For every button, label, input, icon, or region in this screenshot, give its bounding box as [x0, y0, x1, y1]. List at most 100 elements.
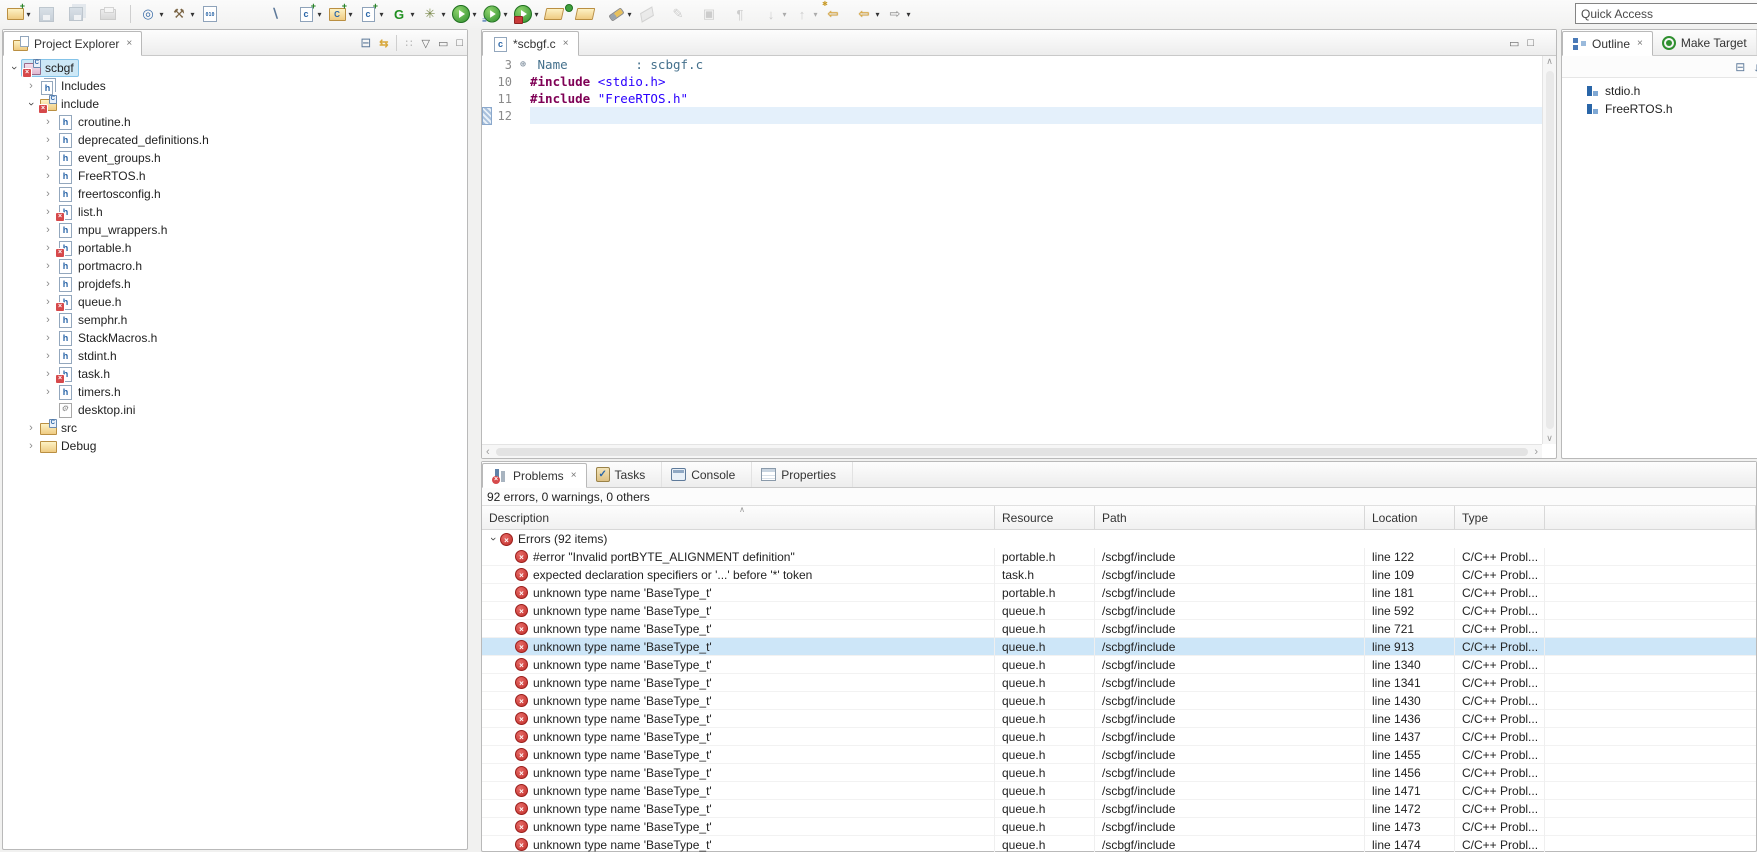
tab-outline[interactable]: Outline ×: [1562, 31, 1653, 56]
tree-expander-icon[interactable]: ›: [25, 97, 37, 111]
tree-item[interactable]: › croutine.h: [3, 113, 467, 131]
tree-item[interactable]: › StackMacros.h: [3, 329, 467, 347]
tree-item[interactable]: › queue.h: [3, 293, 467, 311]
tree-expander-icon[interactable]: ›: [41, 386, 55, 398]
back-icon[interactable]: ⇦ ▾: [853, 2, 884, 26]
sort-icon[interactable]: ↓a: [1753, 60, 1757, 74]
tree-item[interactable]: desktop.ini: [3, 401, 467, 419]
last-edit-location-icon[interactable]: ⇦: [822, 0, 853, 26]
run-configurations-icon[interactable]: ▾: [481, 2, 512, 26]
problem-row[interactable]: × unknown type name 'BaseType_t' queue.h …: [482, 835, 1756, 852]
close-icon[interactable]: ×: [126, 38, 132, 49]
tree-item[interactable]: › projdefs.h: [3, 275, 467, 293]
tree-item[interactable]: › event_groups.h: [3, 149, 467, 167]
column-header-resource[interactable]: Resource: [995, 506, 1095, 529]
tab-problems[interactable]: Problems ×: [482, 463, 587, 488]
tree-expander-icon[interactable]: ›: [41, 206, 55, 218]
run-icon[interactable]: ▾: [450, 2, 481, 26]
tree-expander-icon[interactable]: ›: [41, 368, 55, 380]
outline-item[interactable]: stdio.h: [1562, 82, 1757, 100]
mark-occurrences-icon[interactable]: ✎: [667, 2, 698, 26]
scrollbar-thumb[interactable]: [495, 447, 1529, 456]
problem-row[interactable]: × unknown type name 'BaseType_t' queue.h …: [482, 799, 1756, 818]
build-hammer-icon[interactable]: ⚒ ▾: [168, 2, 199, 26]
scrollbar-thumb[interactable]: [1545, 71, 1554, 429]
tab-console[interactable]: Console: [662, 462, 753, 487]
tree-item[interactable]: › Includes: [3, 77, 467, 95]
link-with-editor-icon[interactable]: ⇆: [379, 37, 388, 50]
forward-icon[interactable]: ⇨ ▾: [884, 2, 915, 26]
tree-expander-icon[interactable]: ›: [41, 134, 55, 146]
tab-tasks[interactable]: Tasks: [587, 462, 663, 487]
tree-expander-icon[interactable]: ›: [41, 296, 55, 308]
tree-expander-icon[interactable]: ›: [41, 116, 55, 128]
new-make-target-icon[interactable]: G ▾: [388, 2, 419, 26]
tree-expander-icon[interactable]: ›: [41, 188, 55, 200]
save-all-icon[interactable]: [66, 2, 97, 26]
errors-group-row[interactable]: › × Errors (92 items): [482, 530, 1756, 548]
open-element-icon[interactable]: ▾: [605, 2, 636, 26]
problem-row[interactable]: × #error "Invalid portBYTE_ALIGNMENT defi…: [482, 547, 1756, 566]
tree-item[interactable]: › mpu_wrappers.h: [3, 221, 467, 239]
problem-row[interactable]: × unknown type name 'BaseType_t' portable…: [482, 583, 1756, 602]
tree-expander-icon[interactable]: ›: [24, 422, 38, 434]
code-line[interactable]: 10 #include <stdio.h>: [482, 73, 1542, 90]
tree-item[interactable]: › stdint.h: [3, 347, 467, 365]
problem-row[interactable]: × unknown type name 'BaseType_t' queue.h …: [482, 817, 1756, 836]
tab-properties[interactable]: Properties: [752, 462, 853, 487]
new-c-source-icon[interactable]: ▾: [295, 2, 326, 26]
maximize-icon[interactable]: □: [1527, 37, 1534, 49]
tree-expander-icon[interactable]: ›: [24, 440, 38, 452]
tree-item[interactable]: › FreeRTOS.h: [3, 167, 467, 185]
open-folder-icon[interactable]: [574, 2, 605, 26]
tree-expander-icon[interactable]: ›: [41, 350, 55, 362]
problem-row[interactable]: × unknown type name 'BaseType_t' queue.h …: [482, 709, 1756, 728]
code-area[interactable]: 3 ⊕ Name : scbgf.c 10 #include <stdio.h>…: [482, 56, 1542, 444]
close-icon[interactable]: ×: [1637, 38, 1643, 49]
tree-expander-icon[interactable]: ›: [41, 152, 55, 164]
tree-expander-icon[interactable]: ›: [41, 260, 55, 272]
tab-project-explorer[interactable]: Project Explorer ×: [3, 31, 143, 56]
tree-item[interactable]: › portmacro.h: [3, 257, 467, 275]
scroll-up-icon[interactable]: ∧: [1546, 56, 1553, 67]
new-wizard-icon[interactable]: ▾: [4, 2, 35, 26]
show-whitespace-icon[interactable]: ¶: [729, 2, 760, 26]
format-block-icon[interactable]: ▣: [698, 2, 729, 26]
collapse-all-icon[interactable]: ⊟: [1735, 60, 1745, 74]
tree-item[interactable]: › Debug: [3, 437, 467, 455]
tree-item[interactable]: › deprecated_definitions.h: [3, 131, 467, 149]
tree-item[interactable]: › task.h: [3, 365, 467, 383]
problem-row[interactable]: × unknown type name 'BaseType_t' queue.h …: [482, 673, 1756, 692]
tree-expander-icon[interactable]: ›: [8, 61, 20, 75]
tree-expander-icon[interactable]: ›: [24, 80, 38, 92]
debug-target-icon[interactable]: ◎ ▾: [137, 2, 168, 26]
external-tools-icon[interactable]: ✳ ▾: [419, 2, 450, 26]
group-expander-icon[interactable]: ›: [487, 532, 499, 546]
problem-row[interactable]: × unknown type name 'BaseType_t' queue.h …: [482, 601, 1756, 620]
close-icon[interactable]: ×: [563, 38, 569, 49]
previous-annotation-icon[interactable]: ↑ ▾: [791, 2, 822, 26]
open-resource-icon[interactable]: [543, 2, 574, 26]
print-icon[interactable]: [97, 2, 128, 26]
new-c-folder-icon[interactable]: ▾: [326, 2, 357, 26]
tab-make-target[interactable]: Make Target: [1653, 30, 1757, 55]
tree-item[interactable]: › scbgf: [3, 59, 467, 77]
tree-item[interactable]: › src: [3, 419, 467, 437]
minimize-icon[interactable]: ▭: [438, 37, 448, 50]
editor-horizontal-scrollbar[interactable]: ‹ ›: [482, 444, 1542, 458]
maximize-icon[interactable]: □: [456, 37, 463, 49]
problem-row[interactable]: × unknown type name 'BaseType_t' queue.h …: [482, 619, 1756, 638]
next-annotation-icon[interactable]: ↓ ▾: [760, 2, 791, 26]
minimize-icon[interactable]: ▭: [1509, 37, 1519, 50]
tree-expander-icon[interactable]: ›: [41, 278, 55, 290]
tree-expander-icon[interactable]: ›: [41, 332, 55, 344]
tree-expander-icon[interactable]: ›: [41, 224, 55, 236]
new-c-file-icon[interactable]: ▾: [357, 2, 388, 26]
code-line[interactable]: 11 #include "FreeRTOS.h": [482, 90, 1542, 107]
tab-scbgf-c[interactable]: *scbgf.c ×: [482, 31, 579, 56]
save-icon[interactable]: [35, 2, 66, 26]
close-icon[interactable]: ×: [571, 470, 577, 481]
scroll-right-icon[interactable]: ›: [1534, 446, 1538, 458]
code-line[interactable]: 12: [482, 107, 1542, 125]
tree-item[interactable]: › portable.h: [3, 239, 467, 257]
